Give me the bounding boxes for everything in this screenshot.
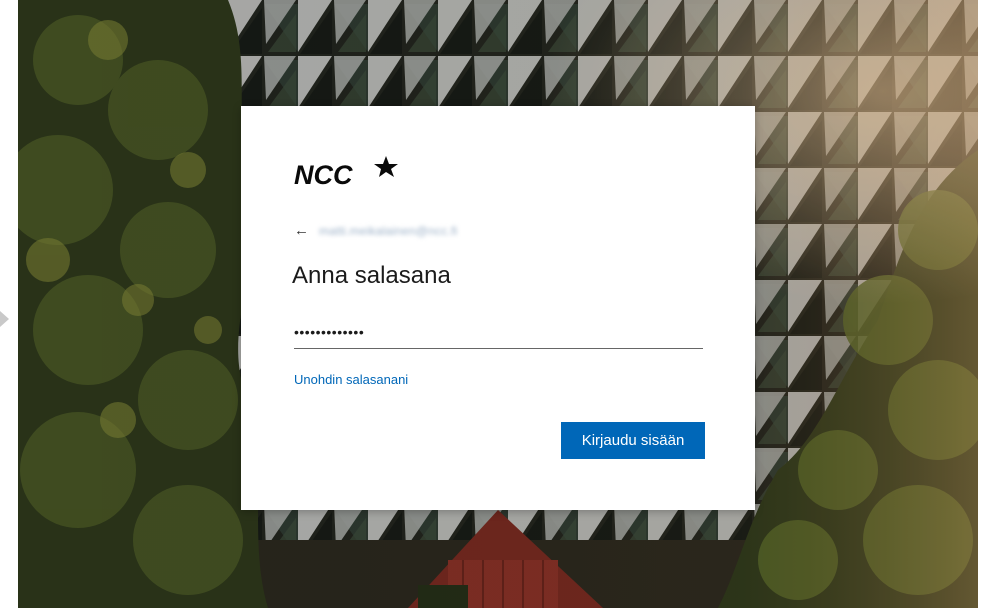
page-title: Anna salasana — [292, 262, 451, 289]
password-field-wrapper — [294, 318, 703, 349]
sign-in-card: NCC NCC ← matti.meikalainen@ncc.fi Anna … — [241, 106, 755, 510]
sign-in-button[interactable]: Kirjaudu sisään — [561, 422, 705, 459]
brand-name: NCC — [404, 156, 405, 157]
svg-text:NCC: NCC — [294, 160, 353, 186]
forgot-password-link[interactable]: Unohdin salasanani — [294, 372, 408, 387]
password-field[interactable] — [294, 318, 703, 346]
arrow-left-icon[interactable]: ← — [294, 222, 309, 240]
ncc-logo: NCC NCC — [294, 156, 404, 191]
identity-row: ← matti.meikalainen@ncc.fi — [294, 222, 457, 240]
chevron-right-icon — [0, 311, 9, 327]
account-identity: matti.meikalainen@ncc.fi — [319, 224, 458, 238]
